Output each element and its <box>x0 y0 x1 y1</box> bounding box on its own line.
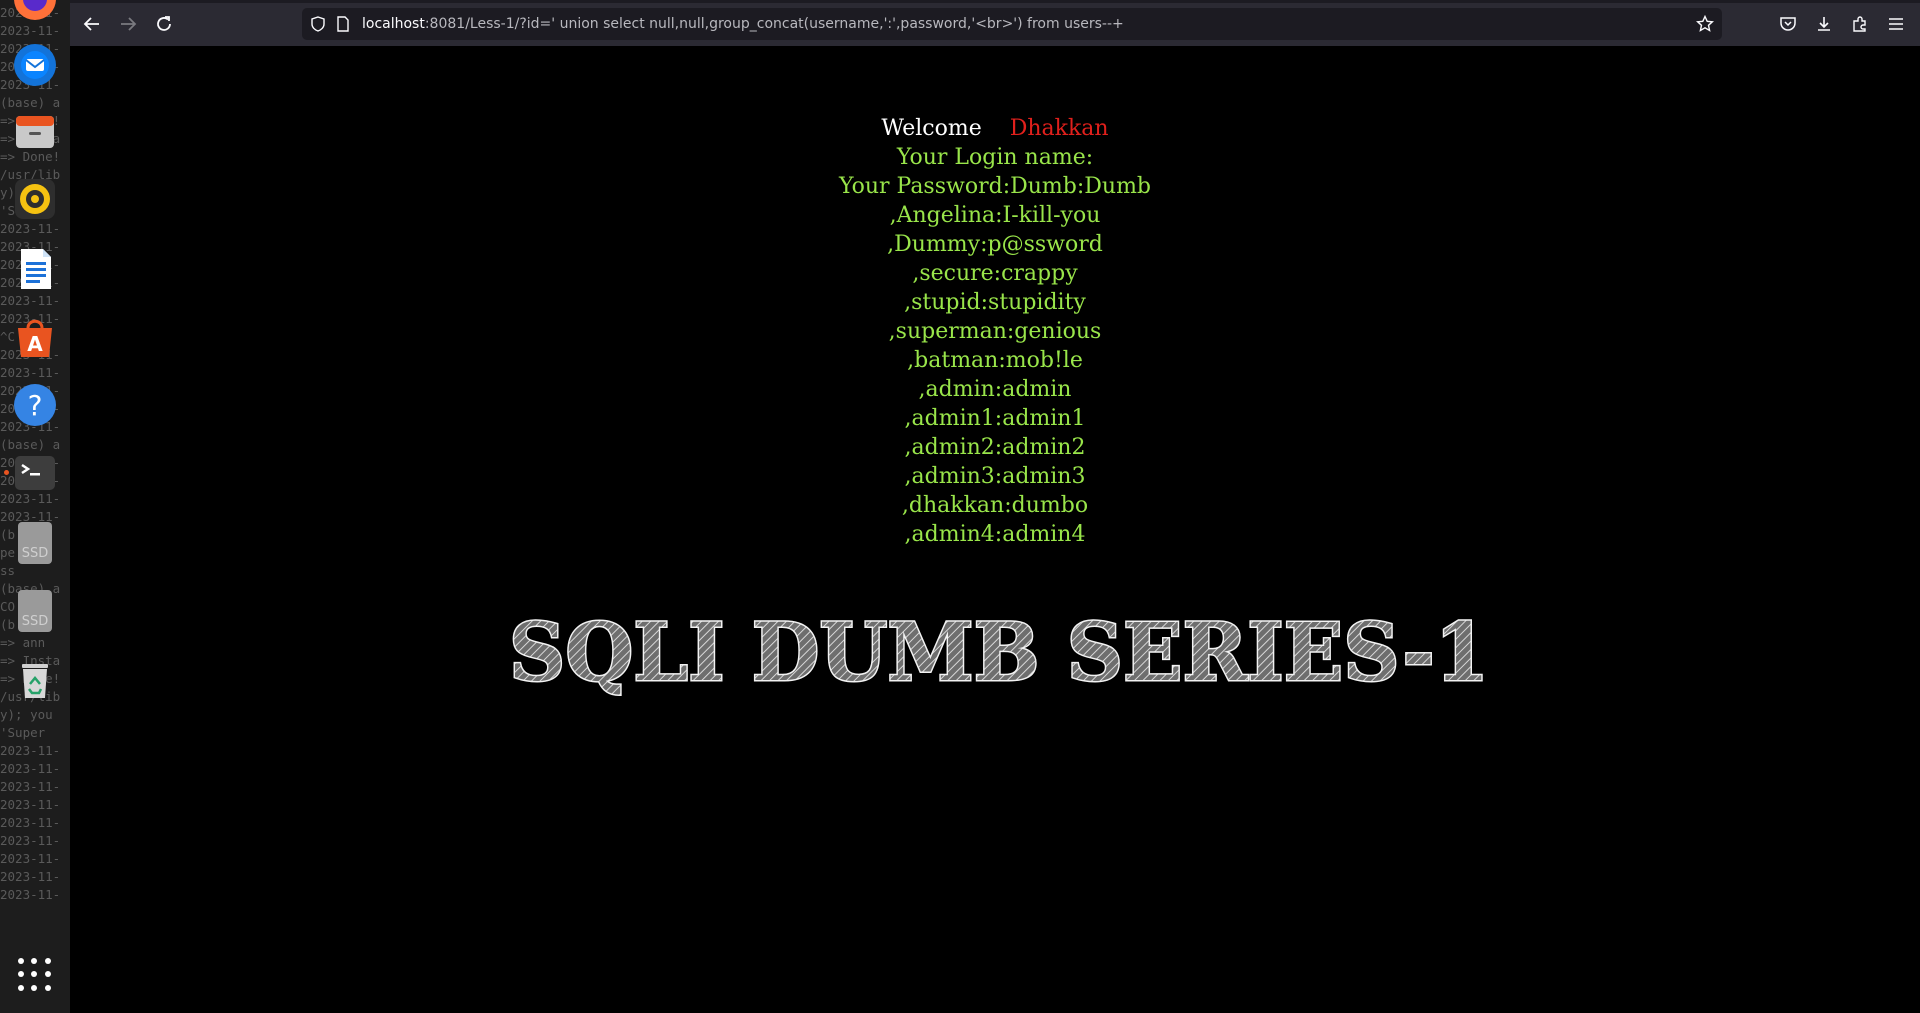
forward-button[interactable] <box>114 10 142 38</box>
result-row: ,admin2:admin2 <box>904 435 1086 460</box>
app-menu-button[interactable] <box>1882 10 1910 38</box>
url-text[interactable]: localhost:8081/Less-1/?id=' union select… <box>362 16 1124 32</box>
result-row: ,Angelina:I-kill-you <box>889 203 1101 228</box>
ssd-drive-icon[interactable]: SSD <box>12 520 58 566</box>
pocket-icon <box>1780 17 1796 31</box>
url-path: :8081/Less-1/?id=' union select null,nul… <box>424 16 1124 32</box>
result-row: ,superman:genious <box>888 319 1102 344</box>
result-row: ,admin3:admin3 <box>904 464 1086 489</box>
login-name-line: Your Login name: <box>896 145 1094 170</box>
query-result: Welcome Dhakkan Your Login name: Your Pas… <box>70 114 1920 549</box>
result-row: ,secure:crappy <box>912 261 1078 286</box>
web-page: Welcome Dhakkan Your Login name: Your Pas… <box>70 46 1920 1013</box>
result-row: ,admin1:admin1 <box>904 406 1086 431</box>
files-icon[interactable] <box>12 108 58 154</box>
banner-text: SQLI DUMB SERIES-1 <box>509 606 1489 696</box>
firefox-icon[interactable] <box>12 0 58 22</box>
result-row: ,Dummy:p@ssword <box>887 232 1103 257</box>
welcome-label: Welcome <box>881 116 982 141</box>
result-row: ,dhakkan:dumbo <box>901 493 1089 518</box>
result-row: ,admin:admin <box>918 377 1072 402</box>
reload-button[interactable] <box>150 10 178 38</box>
pocket-button[interactable] <box>1774 10 1802 38</box>
libreoffice-writer-icon[interactable] <box>12 246 58 292</box>
welcome-name: Dhakkan <box>1009 116 1109 141</box>
address-bar[interactable]: localhost:8081/Less-1/?id=' union select… <box>302 8 1722 40</box>
downloads-button[interactable] <box>1810 10 1838 38</box>
ssd-drive-label: SSD <box>21 614 49 629</box>
ssd-drive-label: SSD <box>21 546 49 561</box>
ubuntu-dock: 2023-11- 2023-11- 2023-11- 2023-11- 2023… <box>0 0 70 1013</box>
result-row: ,batman:mob!le <box>907 348 1083 373</box>
page-info-icon[interactable] <box>336 16 350 32</box>
puzzle-icon <box>1853 16 1866 32</box>
svg-text:?: ? <box>28 389 43 422</box>
result-row: ,admin4:admin4 <box>904 522 1086 547</box>
bookmark-star-icon[interactable] <box>1696 15 1714 33</box>
arrow-left-icon <box>83 17 99 31</box>
hamburger-menu-icon <box>1889 18 1903 30</box>
password-line: Your Password:Dumb:Dumb <box>838 174 1152 199</box>
thunderbird-icon[interactable] <box>12 42 58 88</box>
app-center-icon[interactable]: A <box>12 314 58 360</box>
welcome-line: Welcome Dhakkan <box>70 114 1920 143</box>
active-app-indicator <box>4 470 9 475</box>
svg-text:A: A <box>27 332 43 356</box>
arrow-right-icon <box>121 17 137 31</box>
trash-icon[interactable] <box>12 656 58 702</box>
back-button[interactable] <box>78 10 106 38</box>
shield-icon[interactable] <box>310 16 326 32</box>
terminal-icon[interactable] <box>12 450 58 496</box>
show-applications-icon[interactable] <box>18 958 52 992</box>
browser-toolbar: localhost:8081/Less-1/?id=' union select… <box>70 0 1920 46</box>
sqli-dumb-series-banner: SQLI DUMB SERIES-1 <box>508 606 1491 696</box>
tab-strip <box>70 0 1920 3</box>
download-icon <box>1818 17 1830 31</box>
reload-icon <box>157 16 171 31</box>
ssd-drive-icon[interactable]: SSD <box>12 588 58 634</box>
extensions-button[interactable] <box>1846 10 1874 38</box>
rhythmbox-icon[interactable] <box>12 176 58 222</box>
help-icon[interactable]: ? <box>12 382 58 428</box>
result-row: ,stupid:stupidity <box>904 290 1086 315</box>
url-host: localhost <box>362 16 425 32</box>
